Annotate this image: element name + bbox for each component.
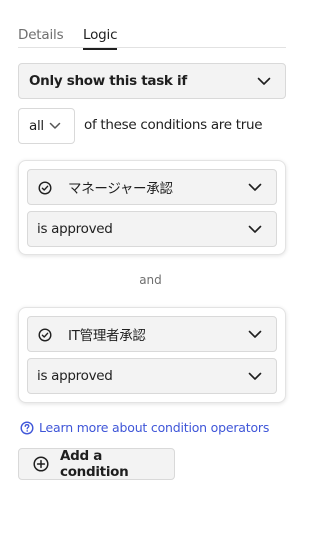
condition-joiner: and [139, 273, 162, 287]
chevron-down-icon [248, 372, 262, 381]
visibility-rule-select[interactable]: Only show this task if [18, 63, 286, 99]
visibility-rule-label: Only show this task if [29, 73, 187, 89]
condition-operator-select[interactable]: is approved [27, 358, 277, 394]
chevron-down-icon [49, 122, 63, 131]
chevron-down-icon [248, 330, 262, 339]
chevron-down-icon [257, 77, 271, 86]
help-link-label: Learn more about condition operators [39, 420, 270, 435]
tab-details[interactable]: Details [18, 27, 64, 43]
help-link[interactable]: Learn more about condition operators [20, 420, 269, 435]
chevron-down-icon [248, 183, 262, 192]
condition-field-select[interactable]: IT管理者承認 [27, 316, 277, 352]
condition-field-select[interactable]: マネージャー承認 [27, 169, 277, 205]
condition-operator-label: is approved [37, 368, 113, 384]
condition-field-label: マネージャー承認 [68, 181, 173, 197]
match-mode-suffix: of these conditions are true [84, 117, 263, 133]
add-condition-label: Add a condition [60, 448, 129, 480]
help-circle-icon [20, 420, 34, 435]
condition-card: マネージャー承認 is approved [18, 160, 286, 255]
check-circle-icon [38, 327, 52, 342]
add-condition-button[interactable]: Add a condition [18, 448, 175, 480]
plus-circle-icon [33, 456, 49, 472]
chevron-down-icon [248, 225, 262, 234]
condition-field-label: IT管理者承認 [68, 328, 146, 344]
tab-logic[interactable]: Logic [83, 27, 118, 50]
match-mode-select[interactable]: all [18, 108, 75, 144]
condition-operator-select[interactable]: is approved [27, 211, 277, 247]
condition-card: IT管理者承認 is approved [18, 307, 286, 403]
match-mode-value: all [29, 118, 44, 134]
tab-bar: Details Logic [18, 24, 286, 50]
check-circle-icon [38, 180, 52, 195]
condition-operator-label: is approved [37, 221, 113, 237]
